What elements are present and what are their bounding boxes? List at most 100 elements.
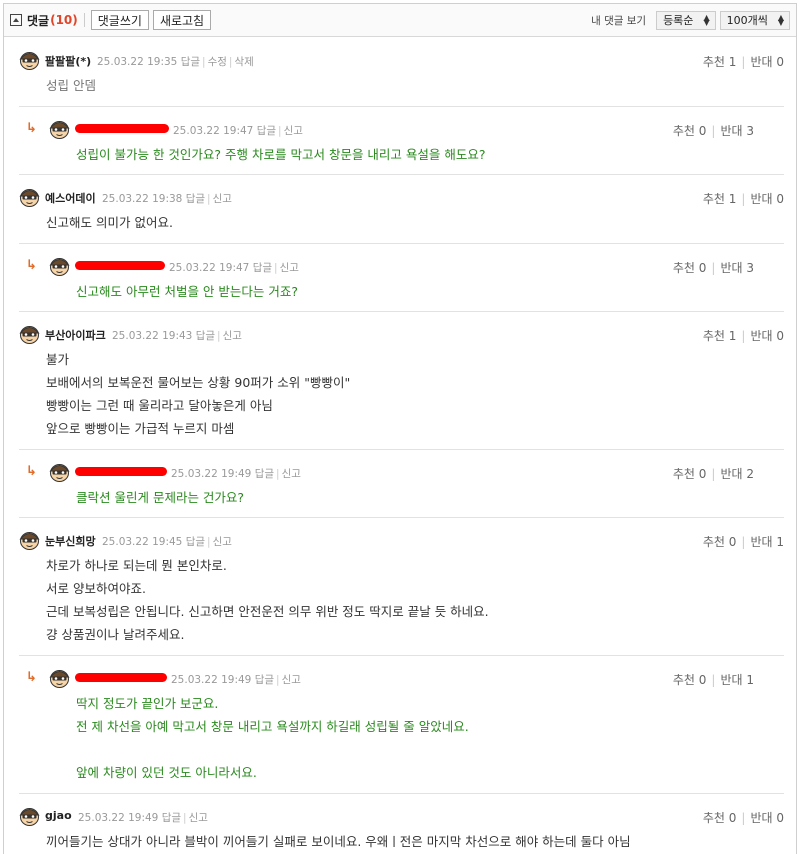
upvote-button[interactable]: 추천 0 [703,811,737,825]
divider: | [741,192,746,206]
my-comments-link[interactable]: 내 댓글 보기 [591,13,646,28]
redacted-nickname [75,124,169,133]
downvote-button[interactable]: 반대 2 [720,467,754,481]
comment-item: gjao 25.03.22 19:49 답글 | 신고 추천 0 | 반대 0 끼어들기는 상… [4,794,796,854]
comment-action-1[interactable]: 신고 [282,674,301,686]
collapse-icon[interactable] [10,14,22,26]
divider: | [711,467,716,481]
upvote-button[interactable]: 추천 0 [703,535,737,549]
redacted-nickname [75,673,167,682]
comment-action-0[interactable]: 답글 [162,812,181,824]
write-comment-button[interactable]: 댓글쓰기 [90,10,149,30]
comment-line: 서로 양보하여야죠. [46,581,146,596]
comment-line: 불가 [46,352,70,367]
redacted-nickname [75,261,165,270]
reply-arrow-icon: ↳ [26,670,37,685]
comment-nickname[interactable]: 팔팔팔(*) [45,53,91,69]
upvote-button[interactable]: 추천 0 [673,467,707,481]
comment-meta: 25.03.22 19:47 답글 | 신고 [169,260,299,275]
reply-arrow-icon: ↳ [26,464,37,479]
comment-action-1[interactable]: 신고 [213,536,232,548]
upvote-button[interactable]: 추천 0 [673,673,707,687]
comment-meta: 25.03.22 19:47 답글 | 신고 [173,123,303,138]
comment-action-1[interactable]: 신고 [282,468,301,480]
downvote-button[interactable]: 반대 3 [720,124,754,138]
comment-action-1[interactable]: 신고 [223,330,242,342]
divider [83,13,85,27]
comment-action-0[interactable]: 답글 [255,468,274,480]
comment-line: 걍 상품권이나 날려주세요. [46,627,185,642]
comment-panel: 댓글 (10) 댓글쓰기 새로고침 내 댓글 보기 등록순 ▲ ▼ 100개씩 ▲ ▼ … [3,3,797,854]
comment-date: 25.03.22 19:35 [97,56,178,68]
avatar-icon [18,186,41,208]
upvote-button[interactable]: 추천 1 [703,192,737,206]
avatar-icon [18,323,41,345]
comment-line [76,738,469,761]
comment-line: 성립이 불가능 한 것인가요? 주행 차로를 막고서 창문을 내리고 욕설을 해… [76,147,486,162]
vote-counts: 추천 0 | 반대 3 [673,259,754,276]
comment-line: 전 제 차선을 아예 막고서 창문 내리고 욕설까지 하길래 성립될 줄 알았네… [76,719,469,734]
comment-item: 부산아이파크 25.03.22 19:43 답글 | 신고 추천 1 | 반대 0 불가 보배에… [4,312,796,450]
downvote-button[interactable]: 반대 0 [750,811,784,825]
refresh-button[interactable]: 새로고침 [152,10,212,30]
divider: | [741,329,746,343]
upvote-button[interactable]: 추천 0 [673,124,707,138]
comment-date: 25.03.22 19:45 [102,536,183,548]
comment-body: 신고해도 의미가 없어요. [46,211,173,234]
divider: | [276,468,280,480]
comment-action-0[interactable]: 답글 [186,536,205,548]
reply-item: ↳ 25.03.22 19:47 답글 | 신고 추천 0 | 반대 3 성립이 불가능 한… [4,107,796,175]
sort-select-value: 등록순 [663,14,694,27]
comment-item: 예스어데이 25.03.22 19:38 답글 | 신고 추천 1 | 반대 0 신고해도 의… [4,175,796,244]
vote-counts: 추천 0 | 반대 3 [673,122,754,139]
comment-action-1[interactable]: 수정 [208,56,227,68]
comment-action-0[interactable]: 답글 [186,193,205,205]
downvote-button[interactable]: 반대 1 [720,673,754,687]
comment-nickname[interactable]: 예스어데이 [45,190,96,206]
comment-action-1[interactable]: 신고 [213,193,232,205]
reply-item: ↳ 25.03.22 19:47 답글 | 신고 추천 0 | 반대 3 신고해도 아무런 … [4,244,796,312]
downvote-button[interactable]: 반대 0 [750,192,784,206]
upvote-button[interactable]: 추천 1 [703,55,737,69]
comment-line: 신고해도 아무런 처벌을 안 받는다는 거죠? [76,284,299,299]
comment-action-1[interactable]: 신고 [284,125,303,137]
downvote-button[interactable]: 반대 1 [750,535,784,549]
divider: | [274,262,278,274]
comment-action-0[interactable]: 답글 [257,125,276,137]
vote-counts: 추천 1 | 반대 0 [703,190,784,207]
per-page-select[interactable]: 100개씩 ▲ ▼ [719,10,790,30]
comment-action-0[interactable]: 답글 [253,262,272,274]
comment-body: 끼어들기는 상대가 아니라 블박이 끼어들기 실패로 보이네요. 우왜ㅣ전은 마… [46,830,631,853]
comment-action-1[interactable]: 신고 [280,262,299,274]
comment-meta: 25.03.22 19:45 답글 | 신고 [102,534,232,549]
comment-action-0[interactable]: 답글 [255,674,274,686]
comment-nickname[interactable]: 부산아이파크 [45,327,106,343]
comment-action-0[interactable]: 답글 [181,56,200,68]
comment-date: 25.03.22 19:38 [102,193,183,205]
upvote-button[interactable]: 추천 1 [703,329,737,343]
divider: | [741,535,746,549]
updown-icon: ▲ ▼ [777,13,784,27]
downvote-button[interactable]: 반대 3 [720,261,754,275]
vote-counts: 추천 1 | 반대 0 [703,53,784,70]
comment-action-1[interactable]: 신고 [189,812,208,824]
comment-action-2[interactable]: 삭제 [234,56,253,68]
divider: | [207,536,211,548]
avatar-icon [48,461,71,483]
comment-date: 25.03.22 19:43 [112,330,193,342]
divider: | [711,124,716,138]
downvote-button[interactable]: 반대 0 [750,55,784,69]
comment-action-0[interactable]: 답글 [196,330,215,342]
downvote-button[interactable]: 반대 0 [750,329,784,343]
avatar-icon [18,529,41,551]
divider: | [202,56,206,68]
sort-select[interactable]: 등록순 ▲ ▼ [656,10,716,30]
comment-count: (10) [50,13,78,27]
reply-item: ↳ 25.03.22 19:49 답글 | 신고 추천 0 | 반대 1 딱지 정도가 끝인… [4,656,796,794]
comment-nickname[interactable]: 눈부신희망 [45,533,96,549]
divider: | [276,674,280,686]
comment-nickname[interactable]: gjao [45,809,72,822]
comment-meta: 25.03.22 19:43 답글 | 신고 [112,328,242,343]
upvote-button[interactable]: 추천 0 [673,261,707,275]
avatar-icon [18,805,41,827]
